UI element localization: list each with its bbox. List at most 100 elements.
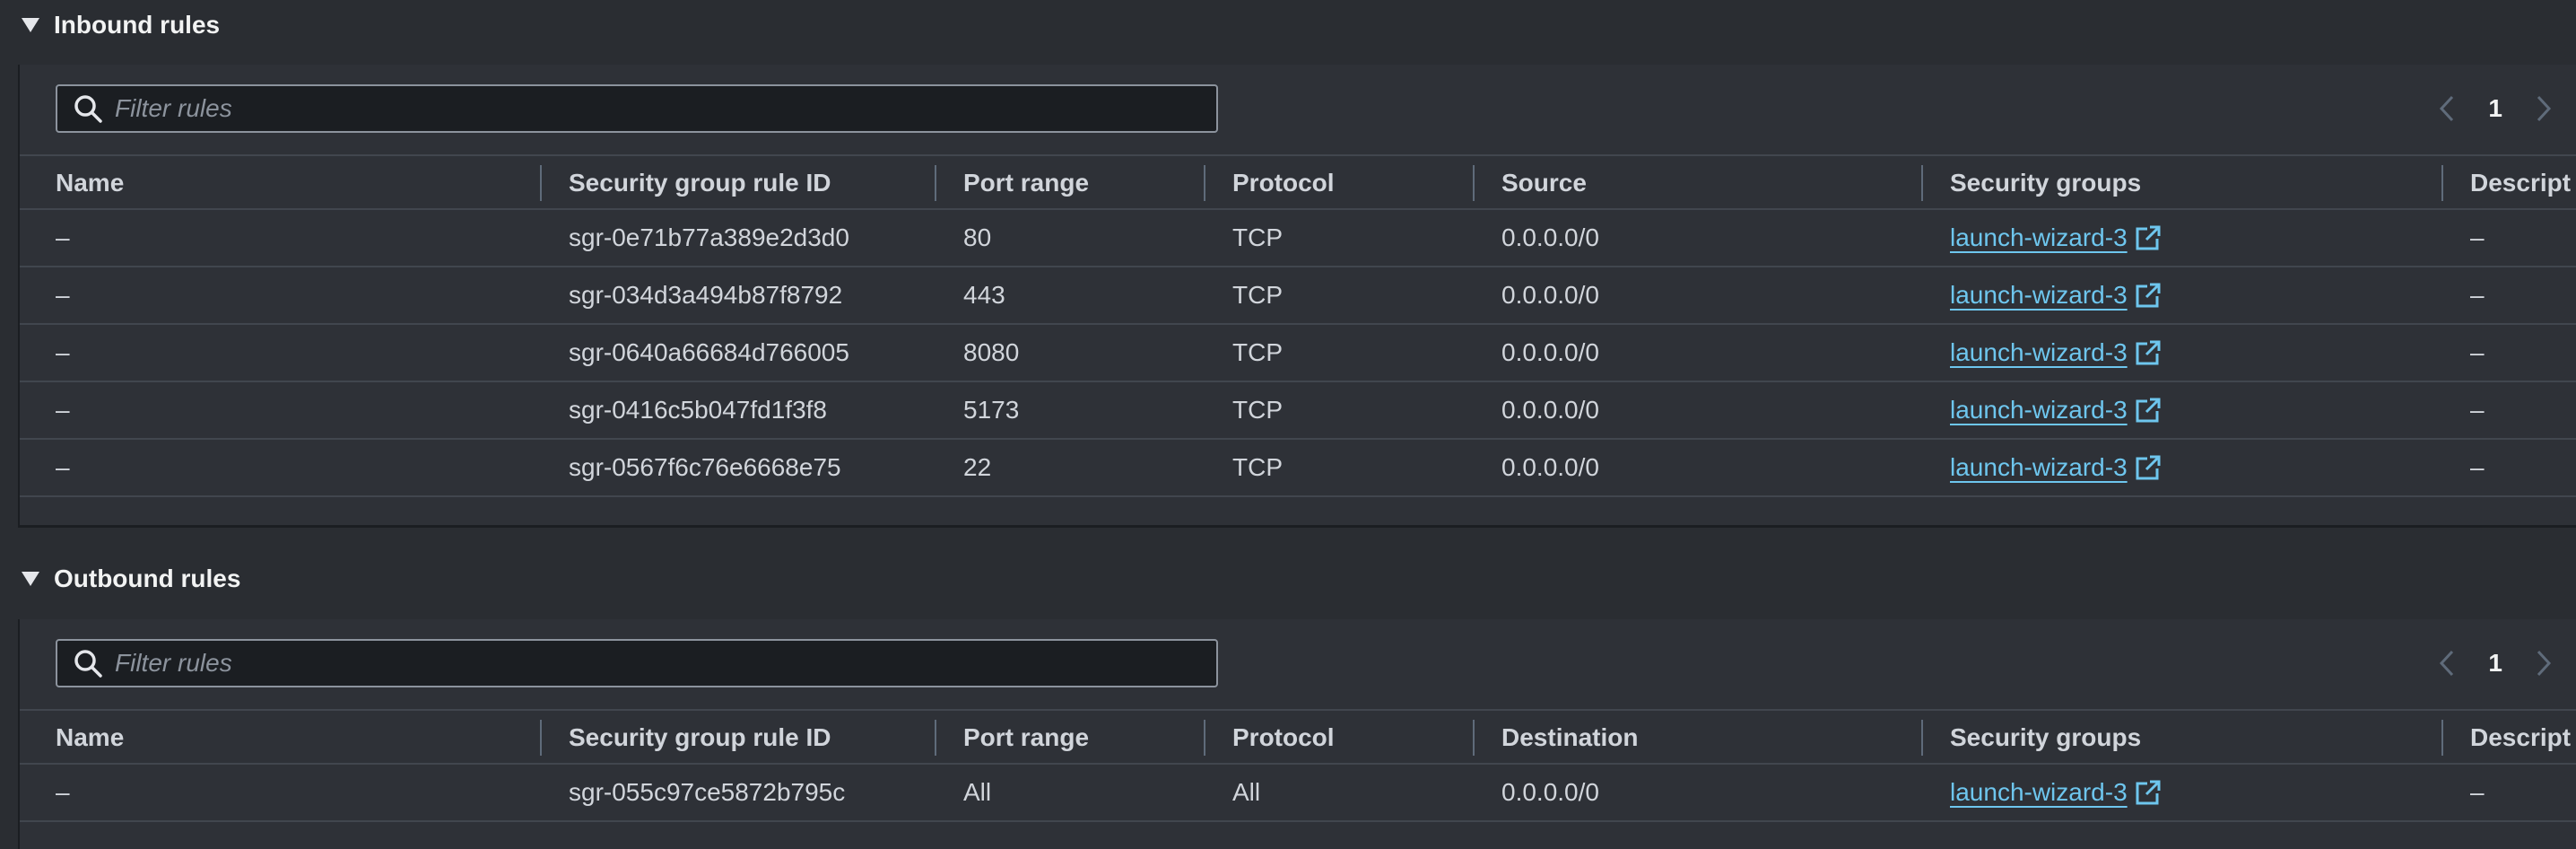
table-body: – sgr-055c97ce5872b795c All All 0.0.0.0/0 lau… [20, 765, 2576, 822]
cell-rule-id: sgr-034d3a494b87f8792 [569, 281, 843, 309]
column-resizer[interactable] [1204, 165, 1205, 201]
cell-source: 0.0.0.0/0 [1501, 281, 1599, 309]
outbound-rules-header[interactable]: Outbound rules [0, 554, 2576, 604]
cell-protocol: TCP [1232, 223, 1283, 251]
cell-source: 0.0.0.0/0 [1501, 396, 1599, 424]
header-col-protocol[interactable]: Protocol [1232, 711, 1335, 765]
cell-security-groups: launch-wizard-3 [1950, 210, 2162, 266]
header-col-name[interactable]: Name [56, 156, 124, 210]
column-resizer[interactable] [2441, 165, 2443, 201]
column-resizer[interactable] [540, 720, 542, 756]
outbound-pagination: 1 [2429, 639, 2576, 687]
cell-name: – [56, 281, 70, 309]
cell-port-range: 5173 [963, 396, 1020, 424]
search-icon [70, 91, 106, 127]
cell-source: 0.0.0.0/0 [1501, 338, 1599, 366]
chevron-right-icon[interactable] [2526, 639, 2562, 687]
table-row[interactable]: – sgr-0567f6c76e6668e75 22 TCP 0.0.0.0/0 laun… [20, 440, 2576, 497]
security-group-link-text[interactable]: launch-wizard-3 [1950, 765, 2128, 820]
column-resizer[interactable] [1204, 720, 1205, 756]
external-link-icon[interactable] [2135, 224, 2162, 251]
cell-description: – [2470, 778, 2485, 806]
caret-down-icon[interactable] [22, 18, 39, 32]
cell-rule-id: sgr-0416c5b047fd1f3f8 [569, 396, 827, 424]
security-group-link[interactable]: launch-wizard-3 [1950, 267, 2162, 323]
header-col-security-groups[interactable]: Security groups [1950, 156, 2141, 210]
security-group-link-text[interactable]: launch-wizard-3 [1950, 325, 2128, 381]
external-link-icon[interactable] [2135, 454, 2162, 481]
inbound-filter-box[interactable] [56, 84, 1218, 133]
column-resizer[interactable] [935, 165, 936, 201]
cell-rule-id: sgr-0640a66684d766005 [569, 338, 849, 366]
column-resizer[interactable] [1473, 165, 1475, 201]
table-header: Name Security group rule ID Port range Prot… [20, 709, 2576, 765]
header-col-protocol[interactable]: Protocol [1232, 156, 1335, 210]
header-col-description[interactable]: Descripti [2470, 156, 2571, 210]
outbound-page-number[interactable]: 1 [2488, 649, 2502, 678]
table-row[interactable]: – sgr-0e71b77a389e2d3d0 80 TCP 0.0.0.0/0 laun… [20, 210, 2576, 267]
security-group-link[interactable]: launch-wizard-3 [1950, 210, 2162, 266]
column-resizer[interactable] [1473, 720, 1475, 756]
header-col-description[interactable]: Descripti [2470, 711, 2571, 765]
outbound-filter-box[interactable] [56, 639, 1218, 687]
table-row[interactable]: – sgr-034d3a494b87f8792 443 TCP 0.0.0.0/0 lau… [20, 267, 2576, 325]
inbound-page-number[interactable]: 1 [2488, 94, 2502, 123]
outbound-rules-title: Outbound rules [54, 565, 241, 592]
table-row[interactable]: – sgr-0640a66684d766005 8080 TCP 0.0.0.0/0 la… [20, 325, 2576, 382]
chevron-left-icon[interactable] [2429, 639, 2465, 687]
table-body: – sgr-0e71b77a389e2d3d0 80 TCP 0.0.0.0/0 laun… [20, 210, 2576, 497]
header-col-rule-id[interactable]: Security group rule ID [569, 156, 831, 210]
column-resizer[interactable] [935, 720, 936, 756]
header-col-port-range[interactable]: Port range [963, 711, 1089, 765]
cell-security-groups: launch-wizard-3 [1950, 325, 2162, 381]
header-col-rule-id[interactable]: Security group rule ID [569, 711, 831, 765]
inbound-rules-title: Inbound rules [54, 11, 221, 39]
security-group-link-text[interactable]: launch-wizard-3 [1950, 382, 2128, 438]
outbound-filter-input[interactable] [113, 648, 1216, 678]
caret-down-icon[interactable] [22, 572, 39, 586]
cell-name: – [56, 396, 70, 424]
chevron-right-icon[interactable] [2526, 84, 2562, 133]
external-link-icon[interactable] [2135, 397, 2162, 424]
cell-description: – [2470, 338, 2485, 366]
cell-description: – [2470, 281, 2485, 309]
cell-port-range: All [963, 778, 992, 806]
chevron-left-icon[interactable] [2429, 84, 2465, 133]
cell-rule-id: sgr-0e71b77a389e2d3d0 [569, 223, 849, 251]
security-group-link-text[interactable]: launch-wizard-3 [1950, 267, 2128, 323]
cell-port-range: 80 [963, 223, 992, 251]
cell-port-range: 443 [963, 281, 1005, 309]
cell-name: – [56, 453, 70, 481]
external-link-icon[interactable] [2135, 779, 2162, 806]
header-col-source[interactable]: Source [1501, 156, 1587, 210]
outbound-rules-panel: 1 Name Security group rule ID Port range Pr… [18, 619, 2576, 849]
external-link-icon[interactable] [2135, 339, 2162, 366]
inbound-filter-input[interactable] [113, 93, 1216, 124]
table-row[interactable]: – sgr-055c97ce5872b795c All All 0.0.0.0/0 lau… [20, 765, 2576, 822]
cell-protocol: All [1232, 778, 1261, 806]
table-row[interactable]: – sgr-0416c5b047fd1f3f8 5173 TCP 0.0.0.0/0 la… [20, 382, 2576, 440]
header-col-source[interactable]: Destination [1501, 711, 1638, 765]
header-col-name[interactable]: Name [56, 711, 124, 765]
cell-protocol: TCP [1232, 281, 1283, 309]
column-resizer[interactable] [2441, 720, 2443, 756]
inbound-rules-header[interactable]: Inbound rules [0, 0, 2576, 50]
cell-name: – [56, 223, 70, 251]
cell-protocol: TCP [1232, 453, 1283, 481]
security-group-link-text[interactable]: launch-wizard-3 [1950, 210, 2128, 266]
external-link-icon[interactable] [2135, 282, 2162, 309]
column-resizer[interactable] [1921, 720, 1923, 756]
cell-security-groups: launch-wizard-3 [1950, 440, 2162, 495]
security-group-link[interactable]: launch-wizard-3 [1950, 325, 2162, 381]
inbound-toolbar: 1 [20, 65, 2576, 154]
cell-description: – [2470, 223, 2485, 251]
security-group-link[interactable]: launch-wizard-3 [1950, 440, 2162, 495]
header-col-port-range[interactable]: Port range [963, 156, 1089, 210]
header-col-security-groups[interactable]: Security groups [1950, 711, 2141, 765]
security-group-link[interactable]: launch-wizard-3 [1950, 382, 2162, 438]
column-resizer[interactable] [540, 165, 542, 201]
security-group-link[interactable]: launch-wizard-3 [1950, 765, 2162, 820]
column-resizer[interactable] [1921, 165, 1923, 201]
cell-description: – [2470, 396, 2485, 424]
security-group-link-text[interactable]: launch-wizard-3 [1950, 440, 2128, 495]
